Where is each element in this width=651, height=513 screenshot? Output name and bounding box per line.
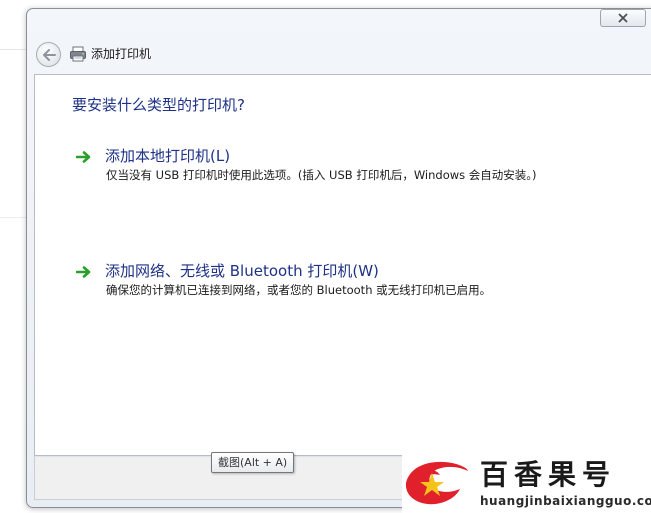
back-button[interactable] xyxy=(36,42,61,67)
close-icon xyxy=(618,13,628,23)
printer-icon xyxy=(70,46,86,62)
page-heading: 要安装什么类型的打印机? xyxy=(72,96,245,114)
add-local-printer-description: 仅当没有 USB 打印机时使用此选项。(插入 USB 打印机后，Windows … xyxy=(106,168,537,182)
background-divider xyxy=(0,49,28,50)
watermark-logo-icon xyxy=(405,461,468,505)
green-arrow-icon xyxy=(76,266,91,278)
watermark-url: huangjinbaixiangguo.com xyxy=(480,494,651,508)
add-network-printer-description: 确保您的计算机已连接到网络，或者您的 Bluetooth 或无线打印机已启用。 xyxy=(106,283,492,297)
desktop-background: 添加打印机 要安装什么类型的打印机? 添加本地打印机(L) 仅当没有 USB 打… xyxy=(0,0,651,513)
watermark-brand-name: 百香果号 xyxy=(480,458,617,491)
watermark: 百香果号 huangjinbaixiangguo.com xyxy=(402,455,651,513)
close-button[interactable] xyxy=(600,9,646,27)
window-title: 添加打印机 xyxy=(91,47,152,61)
screenshot-tooltip: 截图(Alt + A) xyxy=(211,452,295,473)
add-local-printer-link[interactable]: 添加本地打印机(L) xyxy=(105,146,230,166)
back-arrow-icon xyxy=(42,48,56,61)
green-arrow-icon xyxy=(76,151,91,163)
background-divider xyxy=(0,217,28,218)
add-network-printer-link[interactable]: 添加网络、无线或 Bluetooth 打印机(W) xyxy=(105,261,379,281)
